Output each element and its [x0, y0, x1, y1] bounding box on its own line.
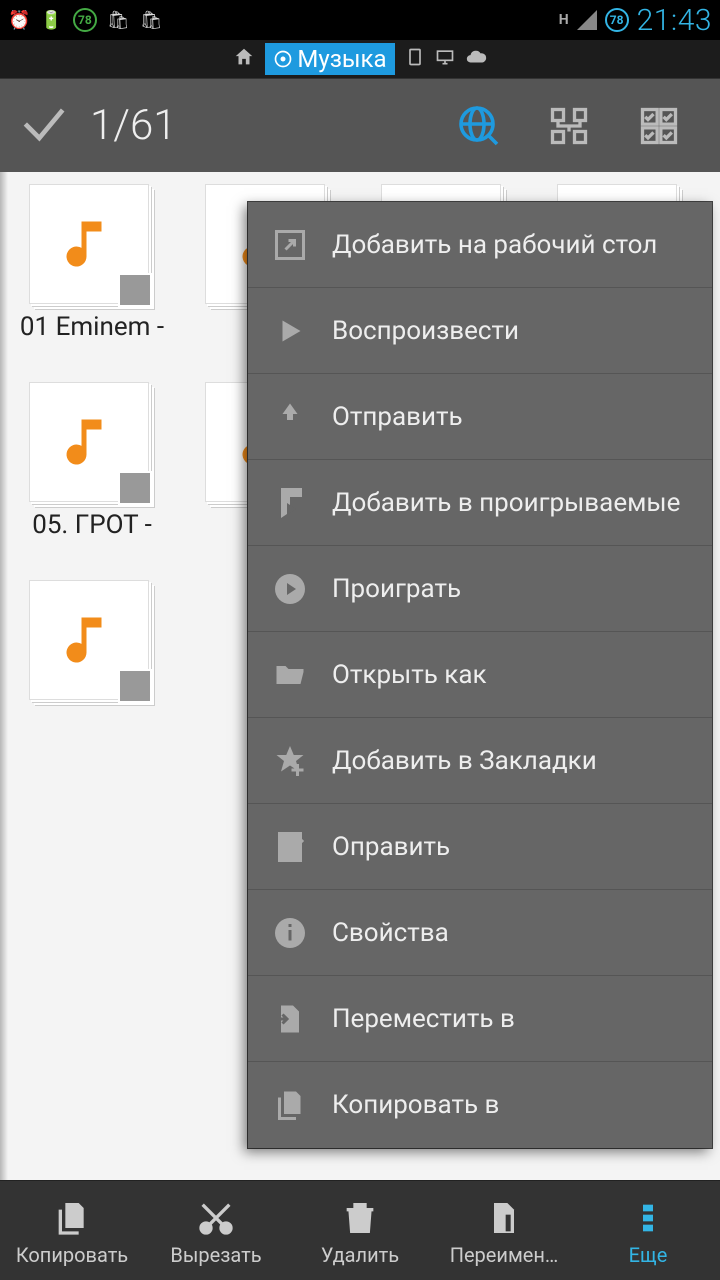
share-icon: [270, 397, 310, 437]
rename-icon: [484, 1195, 524, 1241]
menu-play-alt[interactable]: Проиграть: [248, 546, 712, 632]
signal-icon: [577, 10, 597, 30]
search-web-button[interactable]: [434, 102, 524, 150]
edge-shadow: [0, 172, 8, 1180]
menu-properties[interactable]: Свойства: [248, 890, 712, 976]
folder-open-icon: [270, 655, 310, 695]
selection-count: 1/61: [90, 101, 177, 150]
add-to-list-icon: [270, 483, 310, 523]
trash-icon: [340, 1195, 380, 1241]
copy-icon: [270, 1085, 310, 1125]
tree-select-button[interactable]: [524, 104, 614, 148]
rename-button[interactable]: Переимен…: [432, 1181, 576, 1280]
confirm-selection-button[interactable]: [16, 96, 72, 156]
bag-icon: 🛍: [107, 10, 130, 31]
active-tab-music[interactable]: Музыка: [265, 43, 394, 75]
menu-play[interactable]: Воспроизвести: [248, 288, 712, 374]
status-right: H 78 21:43: [559, 3, 712, 38]
menu-label: Копировать в: [332, 1090, 499, 1120]
active-tab-label: Музыка: [297, 45, 386, 73]
selection-toolbar: 1/61: [0, 78, 720, 172]
device-tab-icon[interactable]: [405, 47, 425, 72]
menu-label: Добавить в проигрываемые: [332, 488, 680, 518]
shortcut-icon: [270, 225, 310, 265]
info-icon: [270, 913, 310, 953]
menu-label: Воспроизвести: [332, 316, 519, 346]
copy-icon: [52, 1195, 92, 1241]
menu-label: Отправить: [332, 402, 463, 432]
file-item[interactable]: [4, 580, 180, 700]
menu-add-bookmark[interactable]: Добавить в Закладки: [248, 718, 712, 804]
file-item[interactable]: 05. ГРОТ -: [4, 382, 180, 574]
play-icon: [270, 311, 310, 351]
star-add-icon: [270, 741, 310, 781]
menu-open-as[interactable]: Открыть как: [248, 632, 712, 718]
export-icon: [270, 827, 310, 867]
status-left: ⏰ 🔋 78 🛍 🛍: [8, 8, 163, 32]
menu-move-to[interactable]: Переместить в: [248, 976, 712, 1062]
menu-add-to-desktop[interactable]: Добавить на рабочий стол: [248, 202, 712, 288]
menu-label: Свойства: [332, 918, 449, 948]
more-label: Еще: [629, 1243, 668, 1267]
status-clock: 21:43: [637, 3, 712, 38]
bag2-icon: 🛍: [140, 10, 163, 31]
menu-label: Проиграть: [332, 574, 461, 604]
menu-copy-to[interactable]: Копировать в: [248, 1062, 712, 1148]
scissors-icon: [196, 1195, 236, 1241]
copy-label: Копировать: [16, 1243, 128, 1267]
menu-share[interactable]: Оправить: [248, 804, 712, 890]
more-icon: [628, 1195, 668, 1241]
menu-send[interactable]: Отправить: [248, 374, 712, 460]
computer-tab-icon[interactable]: [435, 47, 455, 72]
file-item[interactable]: 01 Eminem -: [4, 184, 180, 376]
status-bar: ⏰ 🔋 78 🛍 🛍 H 78 21:43: [0, 0, 720, 40]
music-file-icon: [29, 184, 149, 304]
rename-label: Переимен…: [450, 1243, 559, 1267]
play-circle-icon: [270, 569, 310, 609]
delete-label: Удалить: [321, 1243, 399, 1267]
tabs-bar: Музыка: [0, 40, 720, 78]
delete-button[interactable]: Удалить: [288, 1181, 432, 1280]
bottom-action-bar: Копировать Вырезать Удалить Переимен… Ещ…: [0, 1180, 720, 1280]
music-file-icon: [29, 580, 149, 700]
home-tab-icon[interactable]: [233, 46, 255, 73]
move-icon: [270, 999, 310, 1039]
cloud-tab-icon[interactable]: [465, 46, 487, 73]
alarm-icon: ⏰: [8, 10, 30, 31]
network-type: H: [559, 12, 569, 28]
context-menu: Добавить на рабочий стол Воспроизвести О…: [248, 202, 712, 1148]
copy-button[interactable]: Копировать: [0, 1181, 144, 1280]
cut-label: Вырезать: [170, 1243, 261, 1267]
status-pill-left: 78: [73, 8, 97, 32]
select-all-button[interactable]: [614, 104, 704, 148]
menu-label: Добавить в Закладки: [332, 746, 597, 776]
more-button[interactable]: Еще: [576, 1181, 720, 1280]
status-pill-right: 78: [605, 8, 629, 32]
menu-label: Переместить в: [332, 1004, 515, 1034]
battery-icon: 🔋: [40, 10, 62, 31]
menu-label: Открыть как: [332, 660, 487, 690]
file-label: 01 Eminem -: [20, 312, 164, 376]
music-file-icon: [29, 382, 149, 502]
menu-label: Оправить: [332, 832, 450, 862]
menu-label: Добавить на рабочий стол: [332, 230, 657, 260]
menu-add-to-playing[interactable]: Добавить в проигрываемые: [248, 460, 712, 546]
cut-button[interactable]: Вырезать: [144, 1181, 288, 1280]
file-label: 05. ГРОТ -: [32, 510, 152, 574]
